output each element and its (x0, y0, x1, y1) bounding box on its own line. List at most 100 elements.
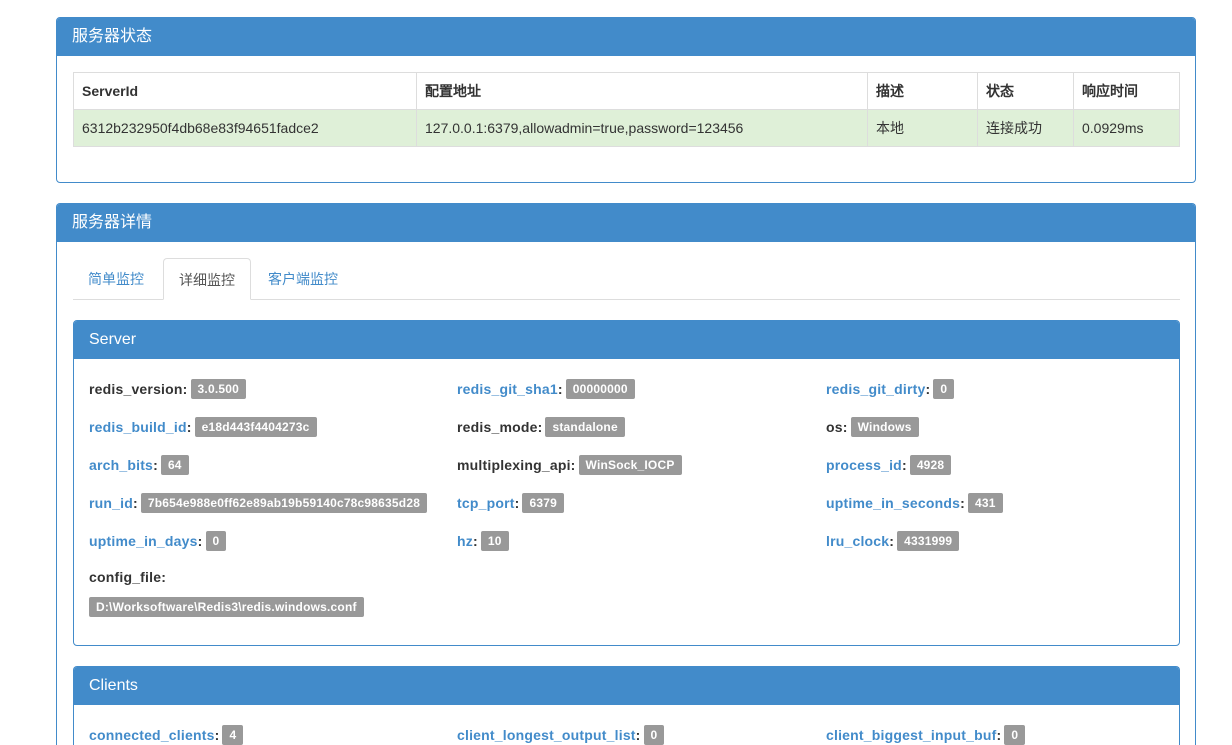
info-separator: : (842, 419, 848, 435)
info-value-badge: 0 (933, 379, 955, 399)
info-separator: : (557, 381, 563, 397)
info-lru-clock: lru_clock: 4331999 (826, 531, 960, 551)
info-value-badge: 431 (967, 493, 1003, 513)
info-value-badge: 0 (1004, 725, 1026, 745)
clients-info-panel: Clients connected_clients: 4 client_long… (73, 666, 1180, 745)
info-key-link[interactable]: redis_git_dirty (826, 381, 925, 397)
info-value-badge: 3.0.500 (190, 379, 246, 399)
info-separator: : (925, 381, 931, 397)
server-detail-panel: 服务器详情 简单监控 详细监控 客户端监控 Server redis_versi… (56, 203, 1196, 745)
info-key: redis_mode (457, 419, 538, 435)
info-value-badge: 00000000 (565, 379, 635, 399)
info-key-link[interactable]: process_id (826, 457, 902, 473)
column-header-status: 状态 (977, 72, 1074, 110)
info-value-badge: e18d443f4404273c (194, 417, 317, 437)
info-key-link[interactable]: lru_clock (826, 533, 889, 549)
info-separator: : (214, 727, 220, 743)
info-value-badge: WinSock_IOCP (578, 455, 682, 475)
info-value-badge: 10 (480, 531, 509, 551)
info-value-badge: Windows (850, 417, 919, 437)
server-status-table: ServerId 配置地址 描述 状态 响应时间 6312b232950f4db… (73, 72, 1180, 147)
clients-info-title: Clients (74, 667, 1179, 705)
info-client-longest-output-list: client_longest_output_list: 0 (457, 725, 665, 745)
info-redis-version: redis_version : 3.0.500 (89, 379, 246, 399)
info-value-badge: 0 (205, 531, 227, 551)
info-value-badge: 4928 (909, 455, 952, 475)
info-value-badge: D:\Worksoftware\Redis3\redis.windows.con… (89, 597, 364, 617)
column-header-response-time: 响应时间 (1073, 72, 1180, 110)
info-process-id: process_id: 4928 (826, 455, 952, 475)
table-header-row: ServerId 配置地址 描述 状态 响应时间 (73, 72, 1180, 110)
cell-response-time: 0.0929ms (1073, 109, 1180, 147)
info-uptime-in-days: uptime_in_days: 0 (89, 531, 227, 551)
info-separator: : (960, 495, 965, 511)
info-value-badge: 6379 (522, 493, 564, 513)
info-key: multiplexing_api (457, 457, 571, 473)
info-key: config_file (89, 569, 162, 585)
server-status-title: 服务器状态 (57, 18, 1195, 56)
info-config-file-value: D:\Worksoftware\Redis3\redis.windows.con… (89, 597, 364, 617)
column-header-serverid: ServerId (73, 72, 417, 110)
info-os: os : Windows (826, 417, 919, 437)
monitor-tabs: 简单监控 详细监控 客户端监控 (73, 258, 1180, 300)
info-separator: : (635, 727, 641, 743)
info-key-link[interactable]: connected_clients (89, 727, 215, 743)
server-status-panel: 服务器状态 ServerId 配置地址 描述 状态 响应时间 6312b2329… (56, 17, 1196, 183)
info-value-badge: 4331999 (897, 531, 960, 551)
info-config-file: config_file : (89, 569, 169, 585)
info-separator: : (161, 569, 167, 585)
info-key-link[interactable]: run_id (89, 495, 133, 511)
info-separator: : (514, 495, 520, 511)
info-value-badge: 4 (222, 725, 244, 745)
info-run-id: run_id: 7b654e988e0ff62e89ab19b59140c78c… (89, 493, 428, 513)
info-separator: : (182, 381, 188, 397)
info-value-badge: standalone (545, 417, 625, 437)
info-hz: hz: 10 (457, 531, 509, 551)
info-uptime-in-seconds: uptime_in_seconds: 431 (826, 493, 1003, 513)
info-key-link[interactable]: client_longest_output_list (457, 727, 636, 743)
info-client-biggest-input-buf: client_biggest_input_buf: 0 (826, 725, 1026, 745)
info-separator: : (153, 457, 158, 473)
info-separator: : (570, 457, 576, 473)
cell-description: 本地 (867, 109, 978, 147)
cell-config: 127.0.0.1:6379,allowadmin=true,password=… (416, 109, 868, 147)
info-separator: : (186, 419, 192, 435)
info-key-link[interactable]: arch_bits (89, 457, 153, 473)
info-arch-bits: arch_bits: 64 (89, 455, 189, 475)
server-detail-title: 服务器详情 (57, 204, 1195, 242)
info-value-badge: 7b654e988e0ff62e89ab19b59140c78c98635d28 (140, 493, 428, 513)
info-key-link[interactable]: redis_git_sha1 (457, 381, 558, 397)
info-key: redis_version (89, 381, 183, 397)
tab-detailed-monitor[interactable]: 详细监控 (163, 258, 251, 300)
info-separator: : (472, 533, 478, 549)
info-key-link[interactable]: uptime_in_days (89, 533, 198, 549)
tab-client-monitor[interactable]: 客户端监控 (253, 258, 353, 300)
info-redis-mode: redis_mode : standalone (457, 417, 625, 437)
info-redis-git-dirty: redis_git_dirty: 0 (826, 379, 955, 399)
tab-simple-monitor[interactable]: 简单监控 (73, 258, 159, 300)
cell-serverid: 6312b232950f4db68e83f94651fadce2 (73, 109, 417, 147)
info-separator: : (901, 457, 907, 473)
info-multiplexing-api: multiplexing_api : WinSock_IOCP (457, 455, 682, 475)
info-key-link[interactable]: tcp_port (457, 495, 515, 511)
column-header-description: 描述 (867, 72, 978, 110)
info-separator: : (537, 419, 543, 435)
info-key-link[interactable]: client_biggest_input_buf (826, 727, 996, 743)
info-key-link[interactable]: hz (457, 533, 473, 549)
server-info-panel: Server redis_version : 3.0.500 redis_git… (73, 320, 1180, 646)
cell-status: 连接成功 (977, 109, 1074, 147)
info-separator: : (132, 495, 138, 511)
info-redis-build-id: redis_build_id: e18d443f4404273c (89, 417, 317, 437)
server-info-title: Server (74, 321, 1179, 359)
info-redis-git-sha1: redis_git_sha1: 00000000 (457, 379, 635, 399)
info-key-link[interactable]: uptime_in_seconds (826, 495, 960, 511)
column-header-config: 配置地址 (416, 72, 868, 110)
info-key: os (826, 419, 843, 435)
info-value-badge: 64 (160, 455, 189, 475)
info-value-badge: 0 (643, 725, 665, 745)
info-separator: : (197, 533, 203, 549)
table-row: 6312b232950f4db68e83f94651fadce2 127.0.0… (73, 109, 1180, 147)
info-separator: : (889, 533, 895, 549)
info-tcp-port: tcp_port: 6379 (457, 493, 564, 513)
info-key-link[interactable]: redis_build_id (89, 419, 187, 435)
